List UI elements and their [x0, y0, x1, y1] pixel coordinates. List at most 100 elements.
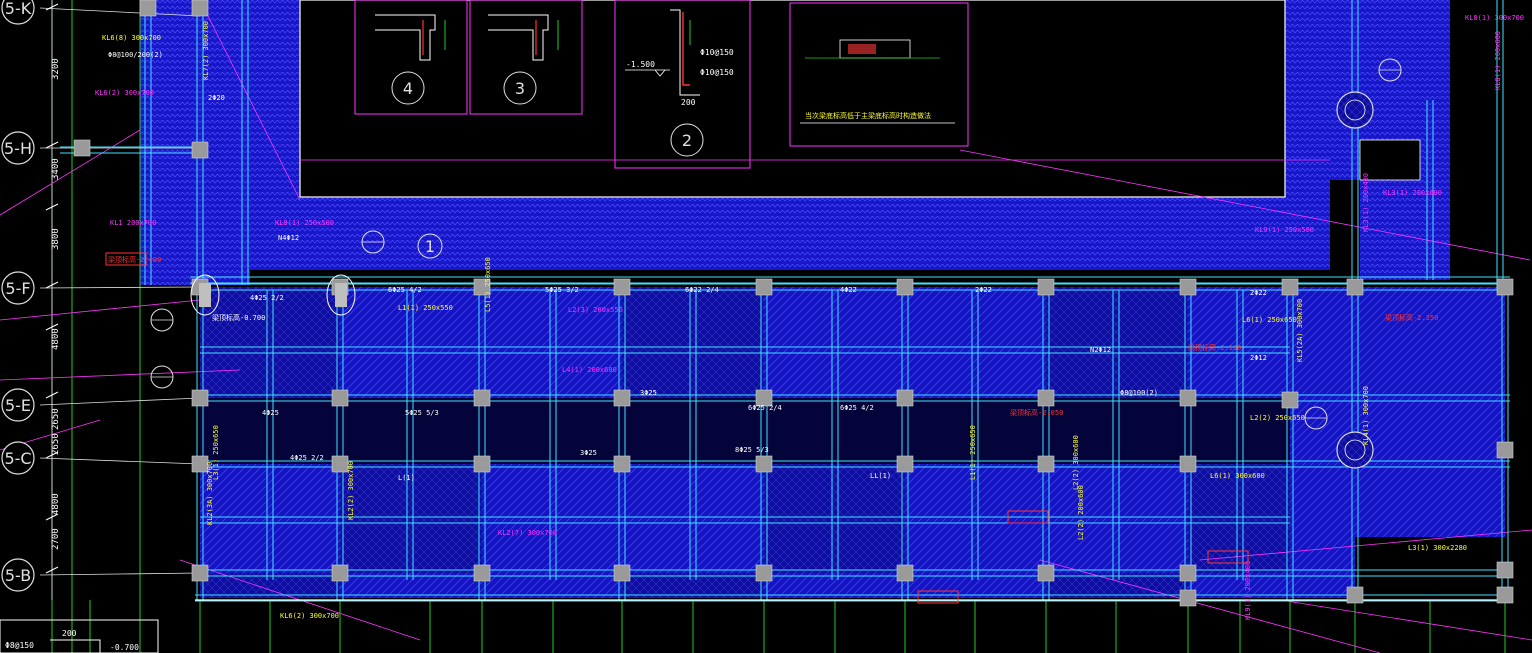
grid-bubble-5-e[interactable]: 5-E: [1, 388, 35, 422]
slab-bay: [1046, 398, 1188, 464]
leader-line: [0, 299, 201, 321]
row-dimension: 3800: [51, 228, 61, 250]
row-dimension: 3400: [51, 158, 61, 180]
rebar-label: N4Φ12: [278, 234, 299, 242]
column: [1037, 564, 1055, 582]
column: [755, 564, 773, 582]
beam-label: KL3(1) 200x400: [1362, 173, 1370, 232]
column: [1281, 278, 1299, 296]
column: [896, 564, 914, 582]
beam-label: L5(1) 250x650: [484, 257, 492, 312]
pile-core: [199, 283, 211, 307]
column: [331, 455, 349, 473]
slab-bay: [482, 464, 622, 573]
rebar-label: 4Φ25 2/2: [290, 454, 324, 462]
rebar-label: 6Φ22 2/4: [685, 286, 719, 294]
beam-label: KL4(1) 300x700: [1362, 386, 1370, 445]
slab-bay: [1290, 573, 1355, 598]
slab-bay: [1188, 573, 1290, 598]
rebar-label: 2Φ12: [1250, 354, 1267, 362]
grid-bubble-5-h[interactable]: 5-H: [1, 131, 35, 165]
cad-drawing-canvas[interactable]: 32003400380048002650265048002700KL6(2) 3…: [0, 0, 1532, 653]
column: [613, 389, 631, 407]
grid-bubble-5-c[interactable]: 5-C: [1, 441, 35, 475]
column: [613, 278, 631, 296]
column: [1179, 589, 1197, 607]
detail-marker-label: 1: [425, 237, 435, 256]
slab-bay: [1046, 464, 1188, 573]
rebar-label: 6Φ25 2/4: [748, 404, 782, 412]
grid-bubble-label: 5-B: [5, 566, 31, 585]
column: [473, 389, 491, 407]
rebar-label: N2Φ12: [1090, 346, 1111, 354]
grid-bubble-label: 5-C: [4, 449, 31, 468]
rebar-note: Φ8@150: [5, 641, 34, 650]
rebar-label: 4Φ25 2/2: [250, 294, 284, 302]
beam-label: KL2(7) 300x700: [498, 529, 557, 537]
row-dimension: 2700: [51, 528, 61, 550]
column: [1496, 278, 1514, 296]
rebar-label: Φ8@100/200(2): [108, 51, 163, 59]
detail-caption: 当次梁底标高低于主梁底标高时构造做法: [805, 111, 931, 120]
column: [191, 389, 209, 407]
column: [1346, 278, 1364, 296]
slab-bay: [622, 398, 764, 464]
column: [1346, 586, 1364, 604]
row-dimension: 3200: [51, 58, 61, 80]
axis-line: [39, 457, 201, 465]
slab-bay: [1046, 287, 1188, 398]
column: [613, 455, 631, 473]
slab-bay: [622, 573, 764, 598]
beam-label: KL6(2) 300x700: [280, 612, 339, 620]
leader-line: [1279, 599, 1532, 641]
beam-label: L4(1) 200x600: [562, 366, 617, 374]
detail-area-blank: [300, 0, 1285, 197]
elevation-label: -1.500: [626, 60, 655, 69]
column: [473, 564, 491, 582]
axis-line: [39, 572, 201, 576]
beam-label: KL5(2A) 300x700: [1296, 299, 1304, 362]
slab-bay: [1188, 398, 1290, 464]
rebar-label: 2Φ20: [208, 94, 225, 102]
row-dimension: 2650: [51, 433, 61, 455]
beam-label: L2(2) 200x600: [1077, 485, 1085, 540]
column: [896, 455, 914, 473]
beam-label: L6(1) 250x650: [1242, 316, 1297, 324]
grid-bubble-5-k[interactable]: 5-K: [1, 0, 35, 25]
beam-label: KL6(8) 300x700: [102, 34, 161, 42]
column: [1496, 561, 1514, 579]
rebar-label: 5Φ25 3/2: [545, 286, 579, 294]
beam-label: L1(1) 250x550: [398, 304, 453, 312]
slab-bay: [482, 398, 622, 464]
detail-marker-label: 2: [682, 131, 692, 150]
beam-label: KL6(2) 300x700: [95, 89, 154, 97]
slab-bay: [622, 464, 764, 573]
column: [331, 389, 349, 407]
rebar-label: 梁顶标高-2.050: [1010, 408, 1063, 417]
slab-bay: [482, 287, 622, 398]
slab-bay: [200, 287, 340, 398]
column: [613, 564, 631, 582]
column: [1496, 586, 1514, 604]
slab-bay: [200, 464, 340, 573]
slab-bay: [764, 398, 905, 464]
grid-bubble-label: 5-E: [5, 396, 31, 415]
column: [1179, 389, 1197, 407]
beam-label: L2(2) 300x600: [1072, 435, 1080, 490]
rebar-label: 8Φ25 5/3: [735, 446, 769, 454]
wall-gap: [1330, 180, 1360, 275]
grid-bubble-5-b[interactable]: 5-B: [1, 558, 35, 592]
slab-bay: [764, 573, 905, 598]
round-column: [1336, 91, 1374, 129]
slab-bay: [905, 573, 1046, 598]
grid-bubble-5-f[interactable]: 5-F: [1, 271, 35, 305]
column: [1496, 441, 1514, 459]
column: [139, 0, 157, 17]
grid-bubble-label: 5-H: [4, 139, 32, 158]
cad-viewport[interactable]: 3200 3400 3800 4800 2650 2650 4800 2700 KL6(2) 3…: [0, 0, 1532, 653]
slab-bay: [1188, 287, 1290, 398]
slab-bay: [200, 573, 340, 598]
rebar-label: 梁顶标高-2.400: [108, 255, 161, 264]
detail-marker-label: 3: [515, 79, 525, 98]
rebar-label: 3Φ25: [640, 389, 657, 397]
